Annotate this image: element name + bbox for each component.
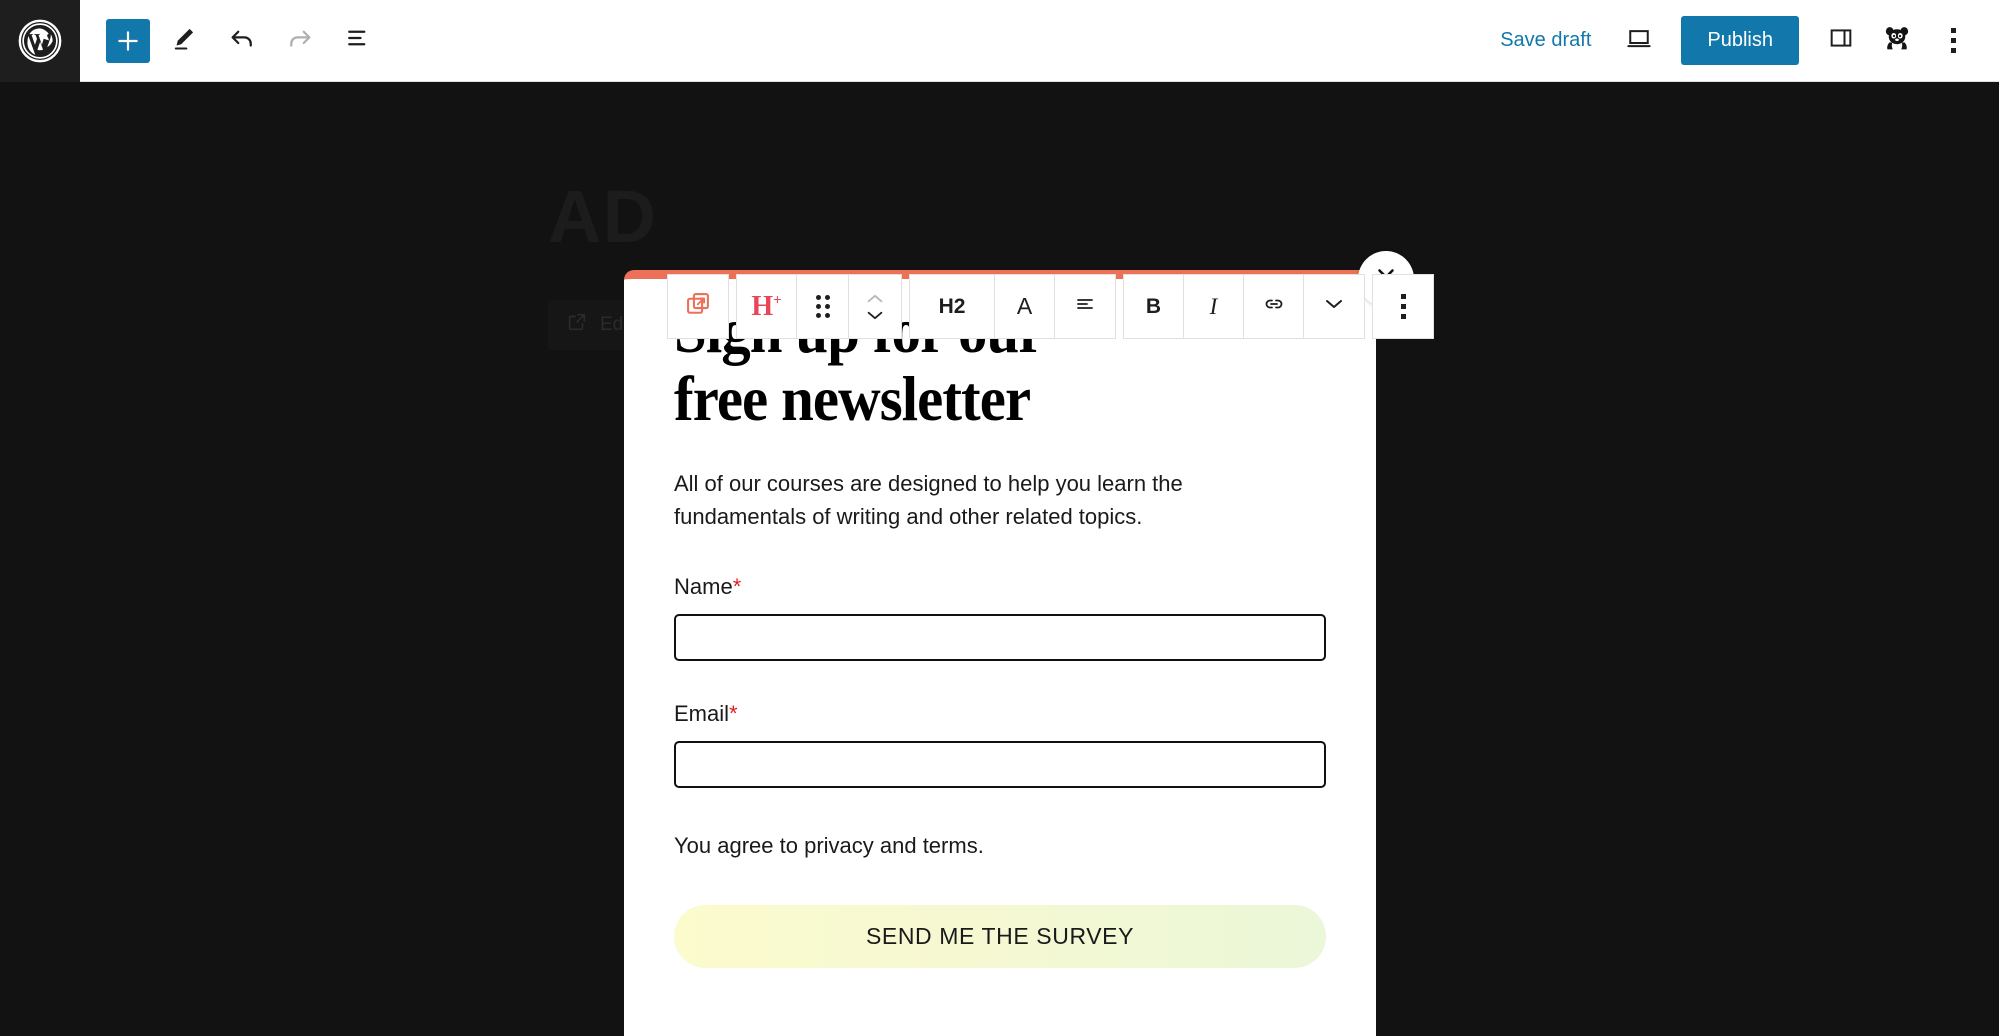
- block-toolbar-block-group: H+: [736, 274, 902, 339]
- redo-button[interactable]: [276, 17, 324, 65]
- newsletter-signup-modal: Sign up for our free newsletter All of o…: [624, 251, 1414, 1036]
- required-asterisk: *: [729, 700, 738, 726]
- redo-arrow-icon: [285, 23, 315, 58]
- name-field-label: Name*: [674, 574, 1326, 600]
- link-button[interactable]: [1244, 275, 1304, 338]
- panda-logo-icon: [1882, 23, 1912, 58]
- name-input[interactable]: [674, 613, 1326, 661]
- block-type-heading-button[interactable]: H+: [737, 275, 797, 338]
- move-up-down-icon: [864, 293, 886, 321]
- required-asterisk: *: [732, 573, 742, 599]
- external-link-icon: [566, 311, 588, 339]
- background-heading-text: AD: [548, 175, 657, 258]
- select-parent-popup-block-button[interactable]: [668, 275, 728, 338]
- align-text-button[interactable]: [1055, 275, 1115, 338]
- move-block-buttons[interactable]: [849, 275, 901, 338]
- drag-block-handle[interactable]: [797, 275, 849, 338]
- document-overview-button[interactable]: [334, 17, 382, 65]
- block-toolbar: H+ H2 A B I: [667, 274, 1434, 339]
- bold-button[interactable]: B: [1124, 275, 1184, 338]
- italic-button[interactable]: I: [1184, 275, 1244, 338]
- wordpress-logo-button[interactable]: [0, 0, 80, 82]
- block-toolbar-options-group: [1372, 274, 1434, 339]
- link-icon: [1260, 292, 1288, 321]
- block-options-button[interactable]: [1373, 275, 1433, 338]
- heading-level-button[interactable]: H2: [910, 275, 995, 338]
- chevron-down-icon: [1322, 296, 1346, 317]
- name-field-label-text: Name: [674, 573, 733, 599]
- popup-block-icon: [684, 290, 712, 323]
- vertical-ellipsis-icon: [1400, 294, 1406, 319]
- more-rich-text-button[interactable]: [1304, 275, 1364, 338]
- wordpress-logo-icon: [18, 19, 62, 63]
- submit-survey-button[interactable]: SEND ME THE SURVEY: [674, 904, 1326, 968]
- block-toolbar-parent-group: [667, 274, 729, 339]
- more-options-button[interactable]: [1927, 15, 1979, 67]
- undo-button[interactable]: [218, 17, 266, 65]
- email-field-label: Email*: [674, 701, 1326, 727]
- preview-button[interactable]: [1613, 15, 1665, 67]
- plus-icon: [115, 28, 141, 54]
- heading-plus-icon: H+: [751, 290, 782, 322]
- modal-description: All of our courses are designed to help …: [674, 470, 1183, 530]
- text-style-button[interactable]: A: [995, 275, 1055, 338]
- tools-mode-button[interactable]: [160, 17, 208, 65]
- editor-canvas: AD Edit H+ H2 A B I free newsletter All …: [0, 82, 1999, 1036]
- desktop-preview-icon: [1624, 23, 1654, 58]
- settings-sidebar-toggle[interactable]: [1815, 15, 1867, 67]
- save-draft-button[interactable]: Save draft: [1482, 19, 1609, 62]
- email-input[interactable]: [674, 740, 1326, 788]
- drag-handle-icon: [815, 295, 830, 318]
- block-toolbar-format-group: H2 A: [909, 274, 1116, 339]
- email-field-label-text: Email: [674, 700, 730, 726]
- add-block-button[interactable]: [106, 18, 150, 63]
- document-overview-icon: [343, 23, 373, 58]
- vertical-ellipsis-icon: [1950, 28, 1956, 53]
- block-toolbar-inline-format-group: B I: [1123, 274, 1365, 339]
- sidebar-panel-icon: [1827, 24, 1855, 57]
- top-bar-left-tools: [80, 17, 382, 65]
- align-text-icon: [1071, 292, 1099, 321]
- top-bar-right-tools: Save draft Publish: [1482, 15, 1999, 67]
- plugin-panda-button[interactable]: [1871, 15, 1923, 67]
- undo-arrow-icon: [227, 23, 257, 58]
- editor-top-bar: Save draft Publish: [0, 0, 1999, 82]
- pencil-icon: [170, 24, 198, 57]
- publish-button[interactable]: Publish: [1681, 16, 1799, 65]
- privacy-terms-text: You agree to privacy and terms.: [674, 832, 984, 858]
